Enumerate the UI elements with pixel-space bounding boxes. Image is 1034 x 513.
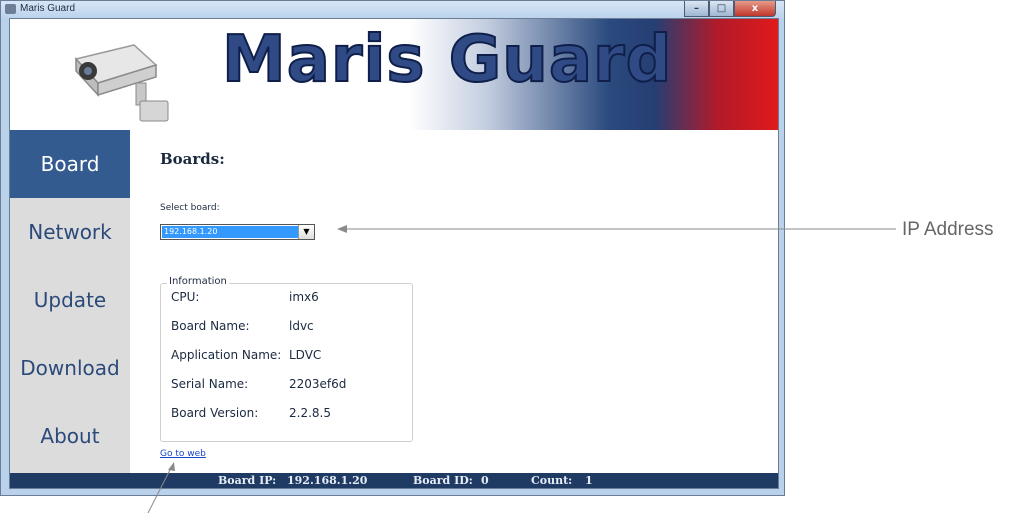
annotation-lines: [147, 225, 896, 513]
ip-address-annotation: IP Address: [902, 219, 994, 240]
